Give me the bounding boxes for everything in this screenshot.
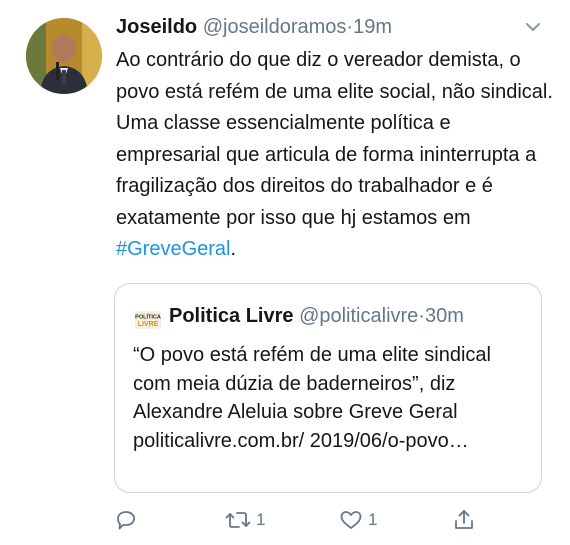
retweet-count: 1: [256, 510, 266, 529]
tweet-actions: 1 1: [0, 508, 570, 534]
tweet-header: Joseildo @joseildoramos·19m: [116, 14, 392, 40]
retweet-button[interactable]: 1: [224, 508, 265, 532]
author-name[interactable]: Joseildo: [116, 16, 197, 38]
quoted-author-handle[interactable]: @politicalivre: [299, 305, 418, 327]
reply-icon: [114, 508, 138, 532]
logo-text-bottom: LIVRE: [138, 321, 159, 328]
logo-text-top: POLÍTICA: [135, 313, 161, 321]
retweet-icon: [224, 508, 252, 532]
share-button[interactable]: [452, 508, 476, 532]
chevron-down-icon[interactable]: [522, 16, 544, 38]
avatar-image: [26, 18, 102, 94]
quoted-author-name[interactable]: Politica Livre: [169, 305, 294, 327]
politica-livre-logo: POLÍTICA LIVRE: [135, 311, 161, 329]
quoted-tweet-text: “O povo está refém de uma elite sindical…: [133, 344, 491, 452]
quoted-tweet-header: Politica Livre @politicalivre·30m: [169, 302, 464, 330]
avatar[interactable]: [26, 18, 102, 94]
heart-icon: [338, 508, 364, 532]
reply-button[interactable]: [114, 508, 138, 532]
author-handle[interactable]: @joseildoramos: [203, 16, 347, 38]
tweet-text-end: .: [230, 238, 237, 260]
like-count: 1: [368, 510, 378, 529]
hashtag-link[interactable]: #GreveGeral: [116, 238, 231, 260]
quoted-separator-dot: ·: [418, 305, 425, 327]
quoted-tweet-time[interactable]: 30m: [425, 305, 464, 327]
share-icon: [452, 508, 476, 532]
tweet-time[interactable]: 19m: [353, 16, 392, 38]
like-button[interactable]: 1: [338, 508, 377, 532]
tweet-text: Ao contrário do que diz o vereador demis…: [116, 45, 556, 266]
quoted-tweet[interactable]: POLÍTICA LIVRE Politica Livre @political…: [114, 283, 542, 493]
tweet[interactable]: Joseildo @joseildoramos·19m Ao contrário…: [0, 0, 570, 545]
tweet-text-main: Ao contrário do que diz o vereador demis…: [116, 49, 553, 229]
